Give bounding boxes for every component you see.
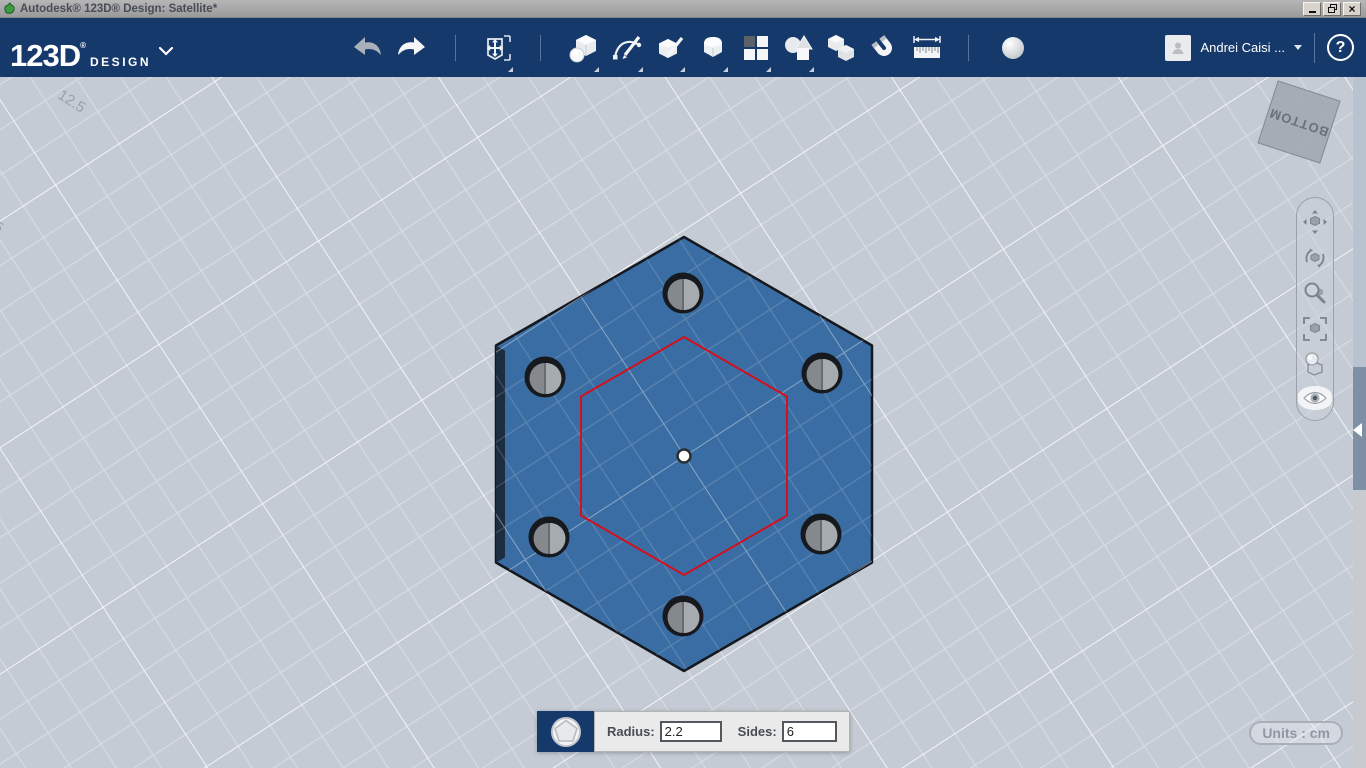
snap-tool[interactable] [823, 31, 859, 65]
pan-button[interactable] [1301, 208, 1329, 236]
radius-input[interactable] [659, 721, 722, 742]
undo-icon [354, 37, 381, 55]
toolbar-separator [1314, 32, 1315, 63]
combine-icon [785, 35, 813, 60]
user-icon [1172, 42, 1184, 54]
help-icon: ? [1335, 38, 1346, 56]
sides-label: Sides: [737, 724, 777, 739]
restore-button[interactable] [1323, 1, 1341, 16]
eye-icon [1303, 391, 1327, 405]
visibility-button[interactable] [1298, 385, 1332, 410]
polygon-icon [550, 716, 581, 747]
magnet-icon [871, 35, 892, 56]
toolbar-separator [968, 35, 969, 61]
toolbar-separator [540, 35, 541, 61]
chevron-down-icon [159, 46, 174, 56]
sketch-tool[interactable] [610, 31, 646, 72]
help-button[interactable]: ? [1327, 34, 1354, 61]
polygon-options-bar: Radius: Sides: [537, 711, 850, 752]
radius-label: Radius: [607, 724, 655, 739]
app-logo-menu[interactable]: 123D® DESIGN [10, 28, 174, 74]
center-point[interactable] [676, 448, 692, 464]
app-icon [4, 2, 15, 14]
hole[interactable] [528, 516, 570, 558]
orbit-button[interactable] [1301, 244, 1329, 272]
redo-button[interactable] [393, 31, 429, 65]
transform-tool[interactable] [480, 31, 516, 72]
hole[interactable] [662, 272, 704, 314]
avatar [1165, 34, 1192, 61]
pan-icon [1303, 210, 1327, 234]
logo-123d: 123D® [10, 38, 86, 73]
navigation-bar [1296, 197, 1334, 421]
minimize-button[interactable] [1303, 1, 1321, 16]
redo-icon [398, 37, 425, 55]
material-tool[interactable] [995, 31, 1031, 65]
polygon-tool-badge[interactable] [537, 711, 594, 752]
close-button[interactable]: × [1343, 1, 1361, 16]
restore-icon [1327, 4, 1337, 13]
hole[interactable] [800, 513, 842, 555]
polygon-fields: Radius: Sides: [594, 711, 850, 752]
title-bar: Autodesk® 123D® Design: Satellite* × [0, 0, 1366, 18]
close-icon: × [1348, 1, 1356, 16]
viewport-3d[interactable]: 12.5 5 BOTTOM Radius: 2.2 Sides: 6 Units… [0, 77, 1366, 768]
measure-tool[interactable] [909, 31, 945, 65]
logo-design: DESIGN [90, 55, 152, 69]
shading-icon [1305, 352, 1323, 377]
sides-input[interactable] [781, 721, 837, 742]
hole[interactable] [524, 356, 566, 398]
magnet-tool[interactable] [866, 31, 902, 65]
undo-button[interactable] [350, 31, 386, 65]
account-dropdown-icon[interactable] [1294, 45, 1302, 50]
pattern-tool[interactable] [738, 31, 774, 72]
account-name[interactable]: Andrei Caisi ... [1200, 40, 1285, 55]
panel-expand-arrow-icon[interactable] [1353, 423, 1362, 437]
transform-icon [486, 35, 511, 61]
primitives-tool[interactable] [566, 31, 602, 72]
toolbar-separator [455, 35, 456, 61]
fit-view-icon [1303, 316, 1327, 341]
shading-button[interactable] [1301, 350, 1329, 378]
app-window: Autodesk® 123D® Design: Satellite* × 123… [0, 0, 1366, 768]
window-title: Autodesk® 123D® Design: Satellite* [20, 2, 218, 15]
units-chip[interactable]: Units : cm [1249, 721, 1343, 745]
minimize-icon [1308, 11, 1316, 13]
pattern-icon [744, 36, 768, 60]
combine-tool[interactable] [781, 31, 817, 72]
snap-icon [828, 35, 854, 61]
material-sphere-icon [1002, 37, 1024, 59]
zoom-button[interactable] [1301, 279, 1329, 307]
side-panel-strip-lower [1353, 490, 1366, 768]
hole[interactable] [662, 595, 704, 637]
measure-icon [913, 36, 941, 58]
construct-icon [659, 36, 684, 58]
hole[interactable] [801, 352, 843, 394]
fit-view-button[interactable] [1301, 315, 1329, 343]
zoom-icon [1304, 282, 1326, 304]
modify-tool[interactable] [695, 31, 731, 72]
scene-svg[interactable] [0, 77, 1366, 768]
orbit-icon [1305, 248, 1325, 268]
primitives-icon [569, 35, 596, 63]
main-toolbar: 123D® DESIGN Andrei Caisi ... ? [0, 18, 1366, 77]
construct-tool[interactable] [652, 31, 688, 72]
modify-icon [704, 37, 722, 57]
sketch-icon [613, 36, 642, 60]
